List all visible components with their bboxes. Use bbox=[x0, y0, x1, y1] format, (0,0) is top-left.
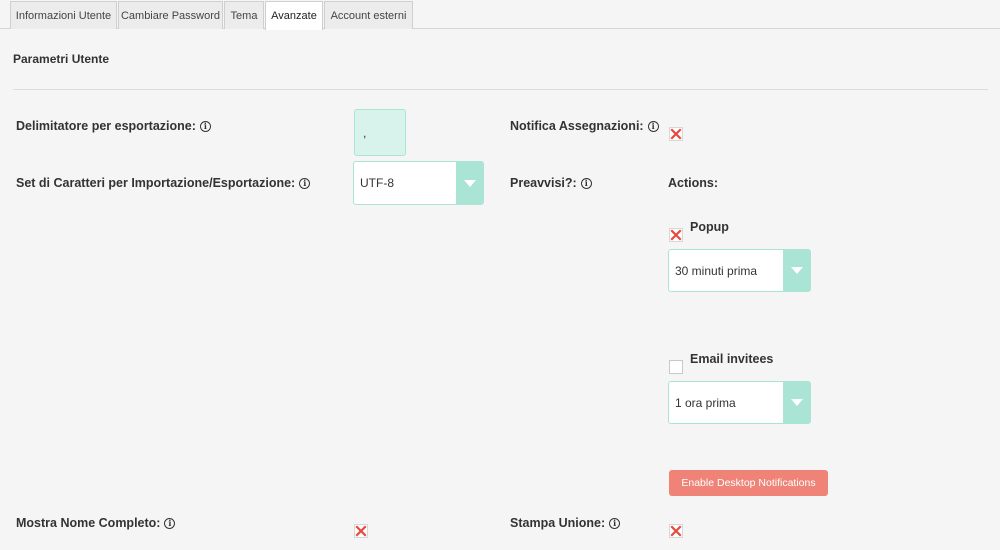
popup-time-value: 30 minuti prima bbox=[675, 263, 758, 278]
show-full-name-checkbox[interactable] bbox=[354, 524, 368, 538]
info-icon[interactable]: i bbox=[609, 517, 621, 529]
popup-checkbox[interactable] bbox=[669, 228, 683, 242]
charset-select-value: UTF-8 bbox=[360, 176, 394, 190]
notify-assignments-label-text: Notifica Assegnazioni: bbox=[510, 119, 644, 133]
reminders-label: Preavvisi?: i bbox=[510, 176, 592, 190]
x-mark-icon bbox=[670, 525, 682, 537]
tab-advanced[interactable]: Avanzate bbox=[265, 1, 323, 30]
info-icon[interactable]: i bbox=[164, 517, 176, 529]
tab-change-password[interactable]: Cambiare Password bbox=[118, 1, 223, 29]
x-mark-icon bbox=[670, 128, 682, 140]
actions-label: Actions: bbox=[668, 176, 718, 190]
chevron-down-icon[interactable] bbox=[783, 382, 810, 423]
section-divider bbox=[13, 89, 988, 90]
info-icon[interactable]: i bbox=[647, 120, 659, 132]
show-full-name-label-text: Mostra Nome Completo: bbox=[16, 516, 161, 530]
export-delimiter-label-text: Delimitatore per esportazione: bbox=[16, 119, 196, 133]
email-invitees-label: Email invitees bbox=[690, 352, 774, 366]
show-full-name-label: Mostra Nome Completo: i bbox=[16, 516, 176, 530]
charset-label-text: Set di Caratteri per Importazione/Esport… bbox=[16, 176, 296, 190]
mail-merge-label-text: Stampa Unione: bbox=[510, 516, 606, 530]
info-icon[interactable]: i bbox=[199, 120, 211, 132]
charset-select[interactable]: UTF-8 bbox=[353, 161, 484, 205]
x-mark-icon bbox=[355, 525, 367, 537]
tab-bar: Informazioni Utente Cambiare Password Te… bbox=[0, 0, 1000, 30]
notify-assignments-checkbox[interactable] bbox=[669, 127, 683, 141]
email-invitees-checkbox[interactable] bbox=[669, 360, 683, 374]
charset-label: Set di Caratteri per Importazione/Esport… bbox=[16, 176, 311, 190]
popup-label: Popup bbox=[690, 220, 729, 234]
info-icon[interactable]: i bbox=[580, 177, 592, 189]
info-icon[interactable]: i bbox=[299, 177, 311, 189]
enable-desktop-notifications-button[interactable]: Enable Desktop Notifications bbox=[669, 470, 828, 496]
reminders-label-text: Preavvisi?: bbox=[510, 176, 577, 190]
chevron-down-icon[interactable] bbox=[456, 162, 483, 204]
mail-merge-checkbox[interactable] bbox=[669, 524, 683, 538]
mail-merge-label: Stampa Unione: i bbox=[510, 516, 621, 530]
email-invitees-time-select[interactable]: 1 ora prima bbox=[668, 381, 811, 424]
tab-theme[interactable]: Tema bbox=[224, 1, 264, 29]
tab-external-accounts[interactable]: Account esterni bbox=[324, 1, 413, 29]
export-delimiter-label: Delimitatore per esportazione: i bbox=[16, 119, 211, 133]
x-mark-icon bbox=[670, 229, 682, 241]
export-delimiter-input[interactable] bbox=[354, 109, 406, 156]
tab-user-info[interactable]: Informazioni Utente bbox=[10, 1, 117, 29]
email-invitees-time-value: 1 ora prima bbox=[675, 395, 736, 410]
chevron-down-icon[interactable] bbox=[783, 250, 810, 291]
notify-assignments-label: Notifica Assegnazioni: i bbox=[510, 119, 659, 133]
popup-time-select[interactable]: 30 minuti prima bbox=[668, 249, 811, 292]
section-title: Parametri Utente bbox=[13, 52, 110, 66]
